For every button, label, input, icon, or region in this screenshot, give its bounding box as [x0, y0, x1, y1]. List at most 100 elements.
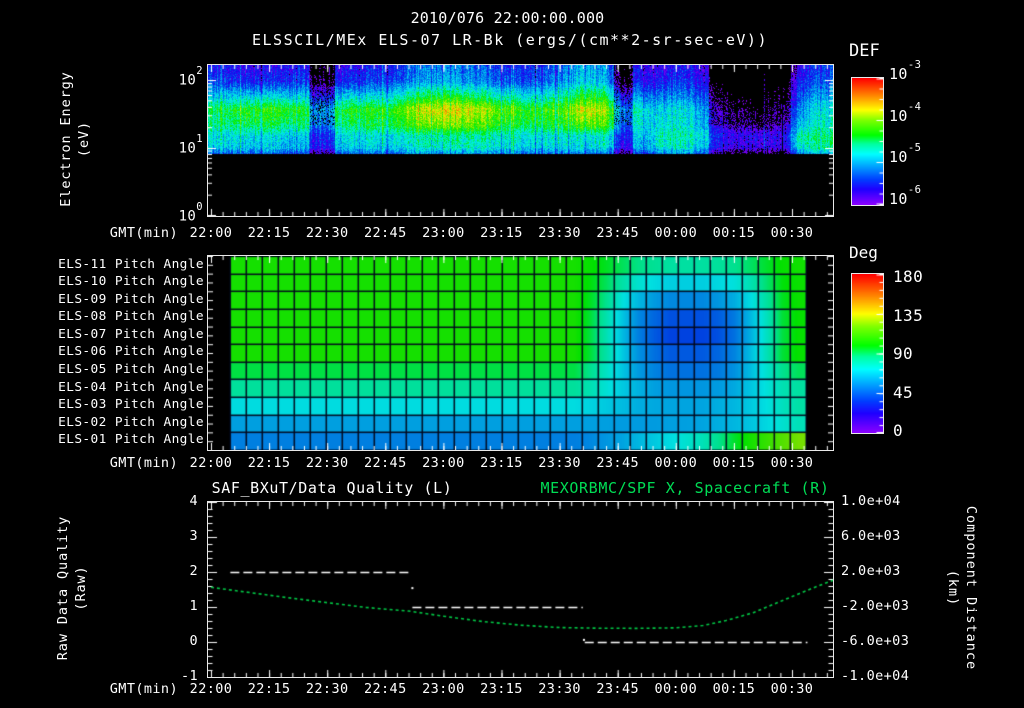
- deg-tick-label: 0: [893, 421, 904, 440]
- energy-tick-label: 100: [143, 201, 203, 225]
- time-tick-label: 22:45: [363, 681, 407, 697]
- distance-tick-label: 2.0e+03: [841, 563, 901, 579]
- time-tick-label: 23:00: [422, 681, 465, 697]
- raw-quality-axis-label: Raw Data Quality (Raw): [54, 438, 90, 708]
- distance-tick-label: -6.0e+03: [841, 633, 910, 649]
- def-tick-label: 10-5: [889, 142, 921, 167]
- power-base: 10: [889, 190, 908, 208]
- time-tick-label: 00:00: [654, 681, 698, 697]
- energy-axis-label-line1: Electron Energy: [58, 71, 74, 207]
- time-tick-label: 00:30: [770, 681, 814, 697]
- power-exponent: -6: [907, 184, 922, 196]
- deg-colorbar-canvas: [852, 274, 883, 433]
- time-tick-label: 22:00: [189, 455, 233, 471]
- time-tick-label: 23:30: [538, 455, 581, 471]
- def-colorbar-title: DEF: [849, 41, 880, 61]
- time-tick-label: 23:00: [422, 455, 465, 471]
- time-tick-label: 00:30: [770, 225, 814, 241]
- time-tick-label: 22:30: [305, 681, 349, 697]
- def-tick-label: 10-4: [889, 101, 921, 125]
- time-tick-label: 22:45: [363, 455, 407, 471]
- distance-tick-label: -1.0e+04: [841, 668, 910, 684]
- gmt-axis-label: GMT(min): [109, 455, 178, 471]
- time-tick-label: 23:45: [596, 681, 639, 697]
- raw-tick-label: 3: [189, 528, 198, 544]
- power-exponent: 2: [196, 65, 203, 77]
- time-tick-label: 23:45: [596, 455, 639, 471]
- time-tick-label: 00:15: [712, 455, 756, 471]
- time-tick-label: 23:30: [538, 225, 581, 241]
- pitch-row-label: ELS-09 Pitch Angle: [58, 291, 204, 307]
- time-tick-label: 22:15: [247, 681, 291, 697]
- pitch-row-label: ELS-02 Pitch Angle: [58, 414, 204, 430]
- time-tick-label: 22:30: [305, 225, 349, 241]
- deg-tick-label: 135: [893, 305, 924, 325]
- deg-tick-label: 45: [893, 382, 914, 402]
- raw-tick-label: 2: [189, 563, 198, 579]
- els-summary-plot-page: { "header": { "title": "2010/076 22:00:0…: [0, 0, 1024, 708]
- pitch-angle-panel: [207, 255, 834, 451]
- distance-tick-label: -2.0e+03: [841, 598, 910, 614]
- power-exponent: -3: [907, 59, 922, 71]
- spectrogram-canvas: [208, 65, 833, 216]
- power-base: 10: [178, 140, 197, 157]
- time-tick-label: 00:00: [654, 225, 698, 241]
- gmt-axis-label: GMT(min): [109, 225, 178, 241]
- raw-tick-label: 0: [189, 633, 198, 649]
- pitch-row-label: ELS-10 Pitch Angle: [58, 274, 204, 290]
- time-tick-label: 23:15: [480, 681, 523, 697]
- deg-tick-label: 90: [893, 344, 914, 363]
- distance-tick-label: 1.0e+04: [841, 493, 901, 509]
- component-distance-axis-label-line2: (km): [945, 569, 961, 607]
- time-tick-label: 23:30: [538, 681, 581, 697]
- quality-distance-panel: [207, 501, 834, 678]
- distance-plot-title: MEXORBMC/SPF X, Spacecraft (R): [540, 479, 830, 497]
- energy-tick-label: 102: [143, 65, 203, 89]
- power-base: 10: [178, 208, 197, 225]
- def-tick-label: 10-6: [889, 184, 921, 208]
- raw-tick-label: -1: [180, 668, 198, 684]
- raw-quality-axis-label-line1: Raw Data Quality: [55, 515, 71, 661]
- component-distance-axis-label: Component Distance (km): [944, 438, 980, 708]
- power-exponent: 1: [196, 133, 203, 145]
- time-tick-label: 23:00: [422, 225, 465, 241]
- energy-axis-label: Electron Energy (eV): [57, 0, 93, 289]
- def-tick-label: 10-3: [889, 59, 921, 83]
- spectrogram-panel: [207, 64, 834, 217]
- raw-tick-label: 1: [189, 598, 198, 614]
- raw-quality-axis-label-line2: (Raw): [73, 565, 89, 611]
- pitch-row-label: ELS-11 Pitch Angle: [58, 256, 204, 272]
- distance-tick-label: 6.0e+03: [841, 528, 901, 544]
- pitch-row-label: ELS-01 Pitch Angle: [58, 432, 204, 448]
- quality-distance-canvas: [208, 502, 833, 677]
- pitch-row-label: ELS-03 Pitch Angle: [58, 397, 204, 413]
- pitch-row-label: ELS-04 Pitch Angle: [58, 379, 204, 395]
- power-exponent: -5: [907, 142, 922, 155]
- pitch-row-label: ELS-08 Pitch Angle: [58, 309, 204, 325]
- component-distance-axis-label-line1: Component Distance: [963, 505, 979, 671]
- time-tick-label: 23:15: [480, 455, 523, 471]
- def-colorbar: [851, 77, 884, 206]
- time-tick-label: 22:15: [247, 225, 291, 241]
- pitch-row-label: ELS-05 Pitch Angle: [58, 362, 204, 378]
- pitch-angle-canvas: [208, 256, 833, 450]
- time-tick-label: 22:00: [189, 225, 233, 241]
- quality-plot-title: SAF_BXuT/Data Quality (L): [211, 479, 453, 497]
- energy-tick-label: 101: [143, 133, 203, 157]
- pitch-row-label: ELS-06 Pitch Angle: [58, 344, 204, 360]
- time-tick-label: 00:00: [654, 455, 698, 471]
- time-tick-label: 22:30: [305, 455, 349, 471]
- raw-tick-label: 4: [189, 493, 198, 509]
- time-tick-label: 22:45: [363, 225, 407, 241]
- power-base: 10: [889, 148, 908, 167]
- power-base: 10: [178, 72, 197, 89]
- time-tick-label: 23:45: [596, 225, 639, 241]
- deg-colorbar: [851, 273, 884, 434]
- time-tick-label: 00:15: [712, 225, 756, 241]
- time-tick-label: 00:30: [770, 455, 814, 471]
- time-tick-label: 00:15: [712, 681, 756, 697]
- power-base: 10: [889, 65, 908, 83]
- time-tick-label: 22:15: [247, 455, 291, 471]
- def-colorbar-canvas: [852, 78, 883, 205]
- deg-colorbar-title: Deg: [849, 243, 878, 262]
